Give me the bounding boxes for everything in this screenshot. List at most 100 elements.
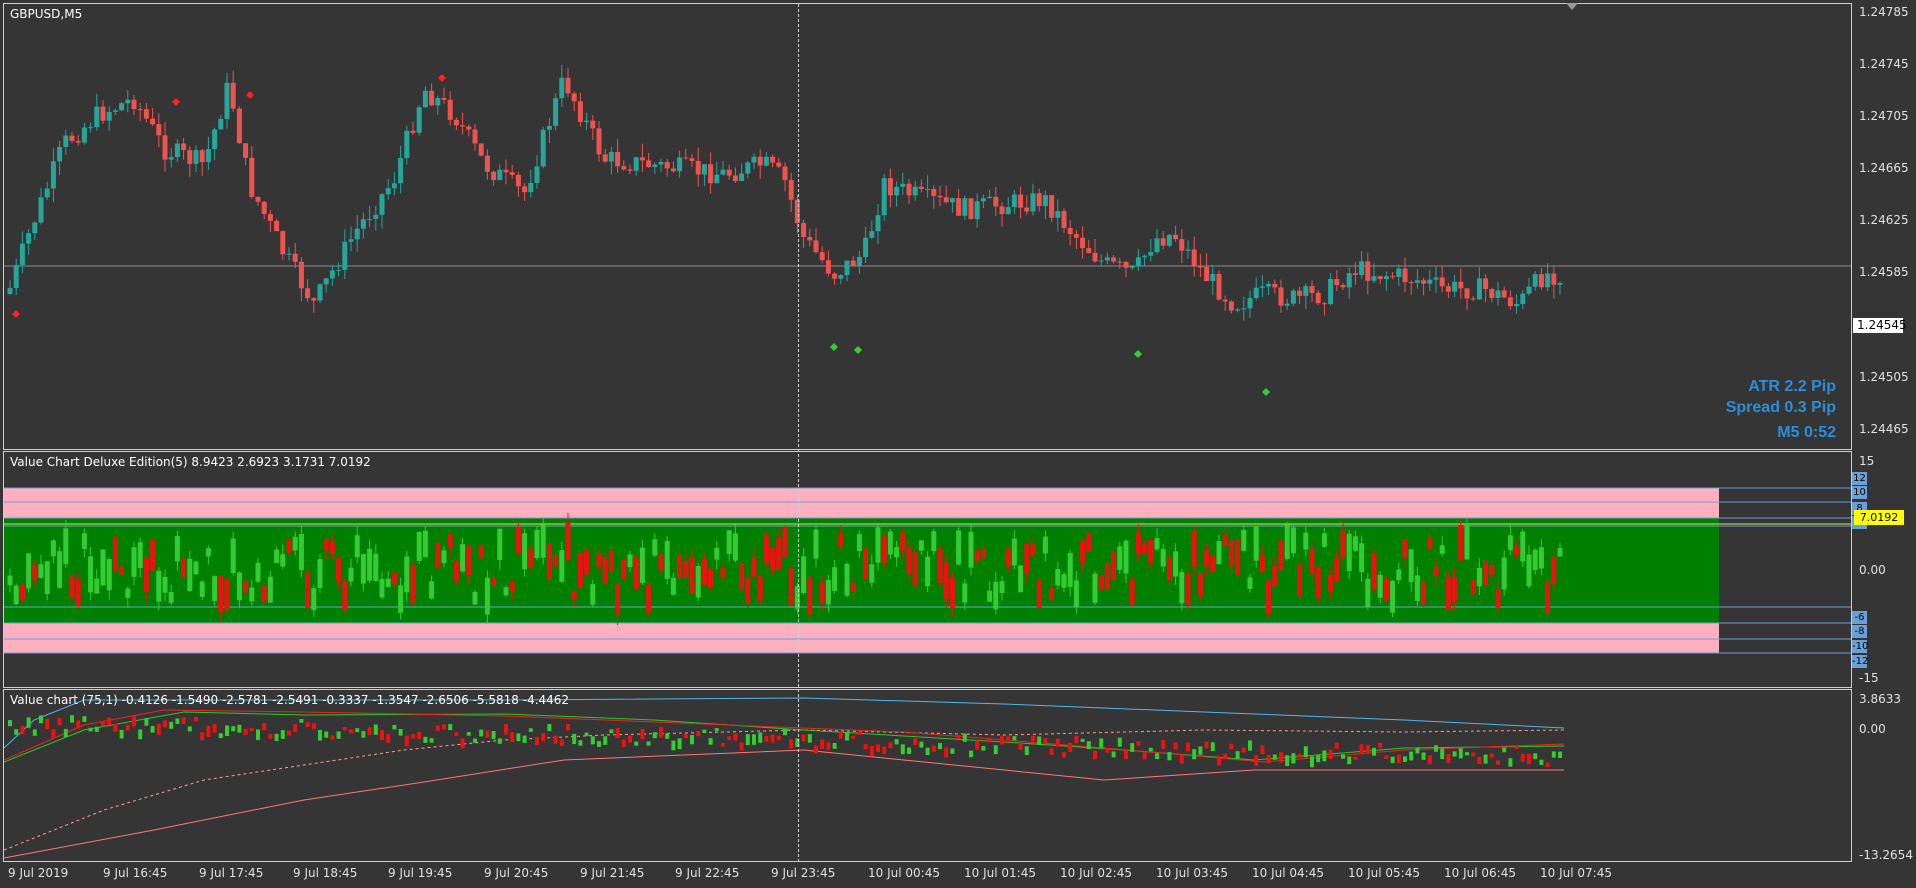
value-candle (125, 724, 130, 731)
value-candle (1204, 741, 1209, 749)
candle-body (1390, 276, 1396, 278)
value-candle (1285, 755, 1290, 767)
candle-body (453, 119, 459, 126)
candle-body (1315, 292, 1321, 304)
value-candle (175, 718, 180, 725)
value-candle (1161, 740, 1166, 750)
candle-body (484, 155, 490, 172)
candle-body (801, 222, 807, 238)
value-candle (621, 739, 626, 748)
value-candle (1496, 760, 1500, 765)
price-tick: 1.24625 (1859, 213, 1909, 227)
chart-shift-marker[interactable] (1566, 3, 1578, 10)
time-label: 10 Jul 04:45 (1252, 866, 1324, 880)
value-candle (1148, 747, 1153, 752)
candlestick-chart[interactable] (4, 4, 1852, 450)
value-candle (485, 730, 490, 738)
value-candle (361, 731, 366, 738)
price-chart-pane[interactable]: GBPUSD,M5 (3, 3, 1852, 450)
level-tag: 12 (1852, 472, 1867, 485)
time-label: 9 Jul 16:45 (103, 866, 168, 880)
value-candle (1142, 752, 1147, 760)
vc-axis-top: 15 (1859, 454, 1875, 468)
value-candle (82, 716, 87, 722)
value-candle (931, 745, 936, 752)
candle-body (1352, 273, 1358, 276)
atr-label: ATR 2.2 Pip (1748, 378, 1836, 395)
value-candle (1520, 753, 1525, 762)
candle-body (1210, 273, 1216, 282)
time-label: 9 Jul 22:45 (675, 866, 740, 880)
value-candle (1533, 753, 1538, 760)
value-candle (231, 726, 236, 732)
value-candle (76, 720, 81, 729)
time-label: 9 Jul 23:45 (771, 866, 836, 880)
candle-body (1402, 268, 1408, 283)
vc2-axis-bottom: -13.2654 (1859, 848, 1913, 862)
candle-body (1346, 273, 1352, 288)
candle-body (230, 82, 236, 109)
value-candle (646, 741, 651, 746)
candle-body (615, 152, 621, 167)
value-chart-pane[interactable]: Value chart (75,1) -0.4126 -1.5490 -2.57… (3, 689, 1852, 862)
value-candle (1235, 751, 1240, 759)
value-candle (510, 732, 515, 743)
value-candle (225, 725, 229, 737)
value-candle (14, 729, 19, 735)
value-candle (1130, 743, 1135, 752)
value-candle (634, 741, 639, 746)
candle-body (1129, 266, 1135, 268)
candle-body (782, 166, 788, 181)
value-candle (1192, 749, 1197, 760)
value-chart-deluxe-pane[interactable]: Value Chart Deluxe Edition(5) 8.9423 2.6… (3, 451, 1852, 688)
candle-body (602, 154, 608, 162)
candle-body (1290, 290, 1296, 304)
value-candle (764, 736, 769, 742)
value-candle (1452, 751, 1457, 757)
level-tag: 10 (1852, 486, 1867, 499)
candle-body (627, 169, 633, 171)
value-candle (981, 746, 986, 751)
value-candle (448, 724, 453, 731)
candle-body (1489, 289, 1495, 298)
value-candle (925, 747, 930, 756)
fractal-marker (172, 98, 180, 106)
value-candle (243, 728, 248, 736)
candle-body (1470, 298, 1476, 300)
value-candle (752, 734, 756, 745)
candle-body (546, 125, 552, 130)
value-candle (1322, 750, 1327, 762)
candle-body (19, 243, 25, 265)
candle-body (943, 197, 949, 203)
value-candle (950, 748, 955, 754)
time-label: 10 Jul 03:45 (1156, 866, 1228, 880)
candle-body (1160, 238, 1166, 246)
value-candle (63, 728, 68, 738)
time-label: 9 Jul 19:45 (388, 866, 453, 880)
time-label: 10 Jul 07:45 (1540, 866, 1612, 880)
candle-body (1036, 193, 1042, 207)
candle-body (1024, 207, 1030, 212)
value-candle (1080, 738, 1085, 742)
candle-body (658, 161, 664, 165)
value-candle (101, 720, 105, 727)
candle-body (652, 164, 658, 168)
value-candle (1217, 755, 1221, 766)
candle-body (683, 157, 689, 159)
candle-body (1135, 257, 1141, 267)
value-candle (305, 722, 310, 727)
candle-body (174, 143, 180, 158)
candle-body (94, 106, 100, 128)
value-candle (826, 742, 831, 750)
candle-body (1476, 278, 1482, 300)
value-candle (373, 724, 378, 735)
value-candle (1539, 759, 1544, 765)
candle-body (385, 188, 391, 195)
price-tick: 1.24745 (1859, 57, 1909, 71)
value-candle (739, 742, 744, 751)
value-candle (1440, 748, 1445, 760)
candle-body (69, 135, 75, 141)
candle-body (726, 169, 732, 176)
candle-body (1018, 194, 1024, 208)
candle-body (596, 128, 602, 155)
